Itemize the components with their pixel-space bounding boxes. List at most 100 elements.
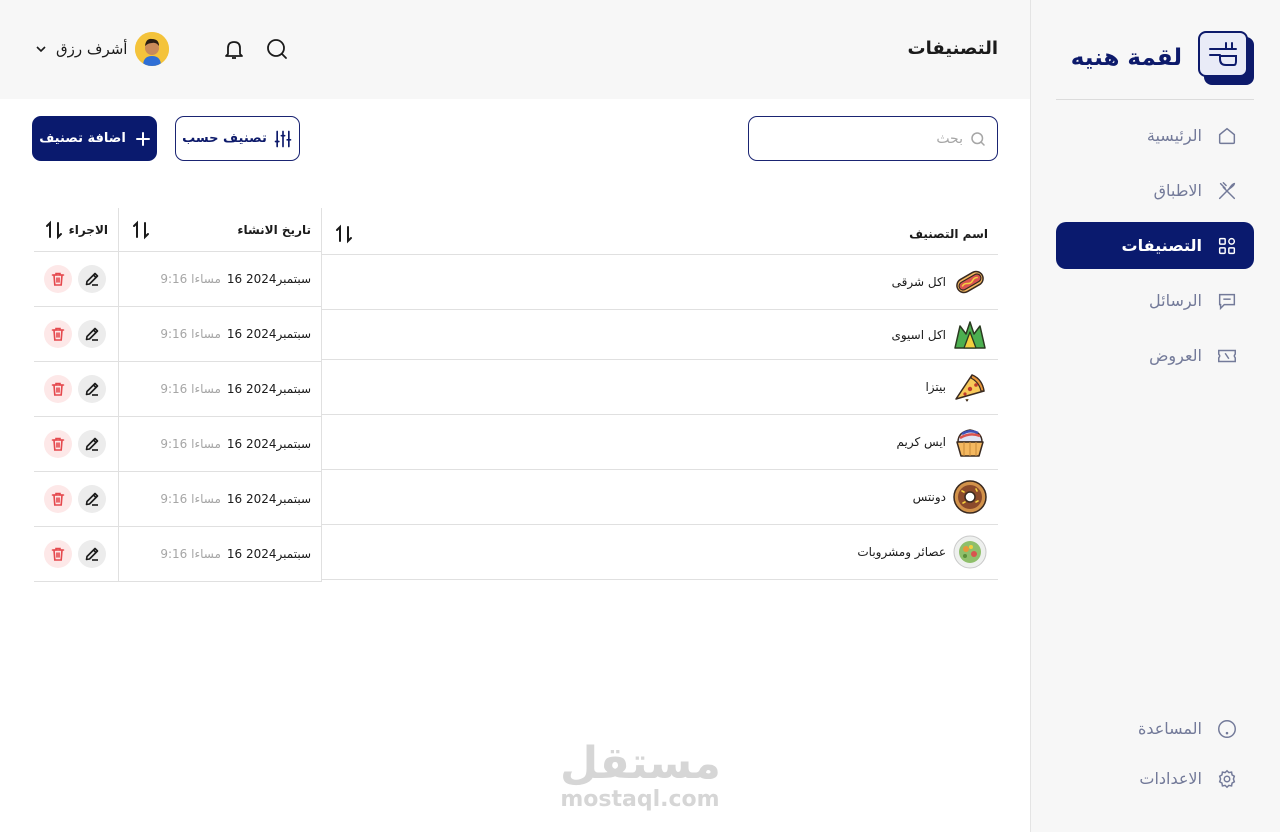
trash-icon <box>51 327 65 341</box>
category-name: اكل اسيوى <box>891 327 946 342</box>
edit-button[interactable] <box>78 375 106 403</box>
created-date: 16 سبتمبر2024 <box>226 327 311 341</box>
edit-button[interactable] <box>78 430 106 458</box>
sort-by-label: تصنيف حسب <box>182 131 267 146</box>
home-icon <box>1218 127 1236 144</box>
pencil-icon <box>85 547 99 561</box>
delete-button[interactable] <box>44 320 72 348</box>
sidebar-item-dishes[interactable]: الاطباق <box>1056 167 1254 214</box>
table-row: 9:16 مساءا 16 سبتمبر2024 <box>119 307 321 362</box>
utensils-icon <box>1218 181 1236 199</box>
ice-cream-icon <box>952 424 988 460</box>
created-date: 16 سبتمبر2024 <box>226 272 311 286</box>
date-header-label: تاريخ الانشاء <box>237 222 311 237</box>
table-row: 9:16 مساءا 16 سبتمبر2024 <box>119 417 321 472</box>
sort-icon[interactable] <box>44 220 64 240</box>
category-name: بيتزا <box>925 380 946 394</box>
sidebar-item-categories[interactable]: التصنيفات <box>1056 222 1254 269</box>
table-row: 9:16 مساءا 16 سبتمبر2024 <box>119 472 321 527</box>
watermark-latin: mostaql.com <box>560 787 720 812</box>
table-row <box>34 362 118 417</box>
add-category-label: اضافة تصنيف <box>39 131 126 146</box>
avatar[interactable] <box>135 32 170 66</box>
sidebar-item-label: الرسائل <box>1149 291 1202 310</box>
created-date: 16 سبتمبر2024 <box>226 492 311 506</box>
categories-icon <box>1218 237 1236 254</box>
watermark-arabic: مستقل <box>560 738 721 789</box>
ticket-icon <box>1218 349 1236 362</box>
sidebar-item-label: الرئيسية <box>1146 126 1202 145</box>
search-box[interactable] <box>748 116 998 161</box>
sidebar-item-label: الاطباق <box>1153 181 1202 200</box>
table-row: 9:16 مساءا 16 سبتمبر2024 <box>119 252 321 307</box>
pencil-icon <box>85 492 99 506</box>
edit-button[interactable] <box>78 320 106 348</box>
category-name: عصائر ومشروبات <box>857 545 946 559</box>
drinks-icon <box>952 534 988 570</box>
table-row <box>34 527 118 582</box>
user-name: أشرف رزق <box>56 40 128 58</box>
delete-button[interactable] <box>44 540 72 568</box>
pencil-icon <box>85 382 99 396</box>
name-header: اسم التصنيف <box>322 208 998 255</box>
edit-button[interactable] <box>78 540 106 568</box>
delete-button[interactable] <box>44 265 72 293</box>
asian-food-icon <box>952 317 988 353</box>
delete-button[interactable] <box>44 430 72 458</box>
add-category-button[interactable]: اضافة تصنيف <box>32 116 157 161</box>
sort-icon[interactable] <box>131 220 151 240</box>
table-row[interactable]: عصائر ومشروبات <box>322 525 998 580</box>
sidebar-item-label: التصنيفات <box>1121 236 1202 255</box>
name-column: اسم التصنيف اكل شرقى اكل اسيوى بيتزا ايس… <box>322 208 998 580</box>
search-icon[interactable] <box>264 36 290 62</box>
donut-icon <box>952 479 988 515</box>
gear-icon <box>1218 769 1236 788</box>
table-row <box>34 472 118 527</box>
edit-button[interactable] <box>78 485 106 513</box>
sidebar-item-settings[interactable]: الاعدادات <box>1056 755 1254 802</box>
sort-icon[interactable] <box>334 224 354 244</box>
sidebar-item-help[interactable]: المساعدة <box>1056 705 1254 752</box>
table-row: 9:16 مساءا 16 سبتمبر2024 <box>119 362 321 417</box>
table-row[interactable]: بيتزا <box>322 360 998 415</box>
sidebar: لقمة هنيه الرئيسية الاطباق التصنيفات الر… <box>1030 0 1280 832</box>
pencil-icon <box>85 327 99 341</box>
created-date: 16 سبتمبر2024 <box>226 437 311 451</box>
created-time: 9:16 مساءا <box>160 437 221 451</box>
delete-button[interactable] <box>44 485 72 513</box>
category-name: دونتس <box>912 490 946 504</box>
name-header-label: اسم التصنيف <box>909 227 988 241</box>
edit-button[interactable] <box>78 265 106 293</box>
delete-button[interactable] <box>44 375 72 403</box>
chevron-down-icon[interactable] <box>34 42 48 56</box>
created-time: 9:16 مساءا <box>160 382 221 396</box>
table-row[interactable]: دونتس <box>322 470 998 525</box>
search-input[interactable] <box>763 130 963 147</box>
created-time: 9:16 مساءا <box>160 272 221 286</box>
hotdog-icon <box>952 264 988 300</box>
pizza-icon <box>952 369 988 405</box>
trash-icon <box>51 272 65 286</box>
trash-icon <box>51 437 65 451</box>
trash-icon <box>51 492 65 506</box>
search-icon <box>971 131 985 146</box>
created-time: 9:16 مساءا <box>160 327 221 341</box>
user-menu[interactable]: أشرف رزق <box>34 32 170 66</box>
sidebar-item-offers[interactable]: العروض <box>1056 332 1254 379</box>
sidebar-item-home[interactable]: الرئيسية <box>1056 112 1254 159</box>
sidebar-item-messages[interactable]: الرسائل <box>1056 277 1254 324</box>
table-row[interactable]: ايس كريم <box>322 415 998 470</box>
actions-column: الاجراء <box>34 208 118 582</box>
table-row: 9:16 مساءا 16 سبتمبر2024 <box>119 527 321 582</box>
table-row[interactable]: اكل اسيوى <box>322 310 998 360</box>
brand[interactable]: لقمة هنيه <box>1071 30 1254 86</box>
table-row[interactable]: اكل شرقى <box>322 255 998 310</box>
table-row <box>34 417 118 472</box>
trash-icon <box>51 547 65 561</box>
page-title: التصنيفات <box>907 38 998 59</box>
pencil-icon <box>85 437 99 451</box>
sort-by-button[interactable]: تصنيف حسب <box>175 116 300 161</box>
top-header: التصنيفات أشرف رزق <box>0 0 1030 99</box>
brand-logo-icon <box>1198 31 1254 85</box>
bell-icon[interactable] <box>221 36 247 62</box>
